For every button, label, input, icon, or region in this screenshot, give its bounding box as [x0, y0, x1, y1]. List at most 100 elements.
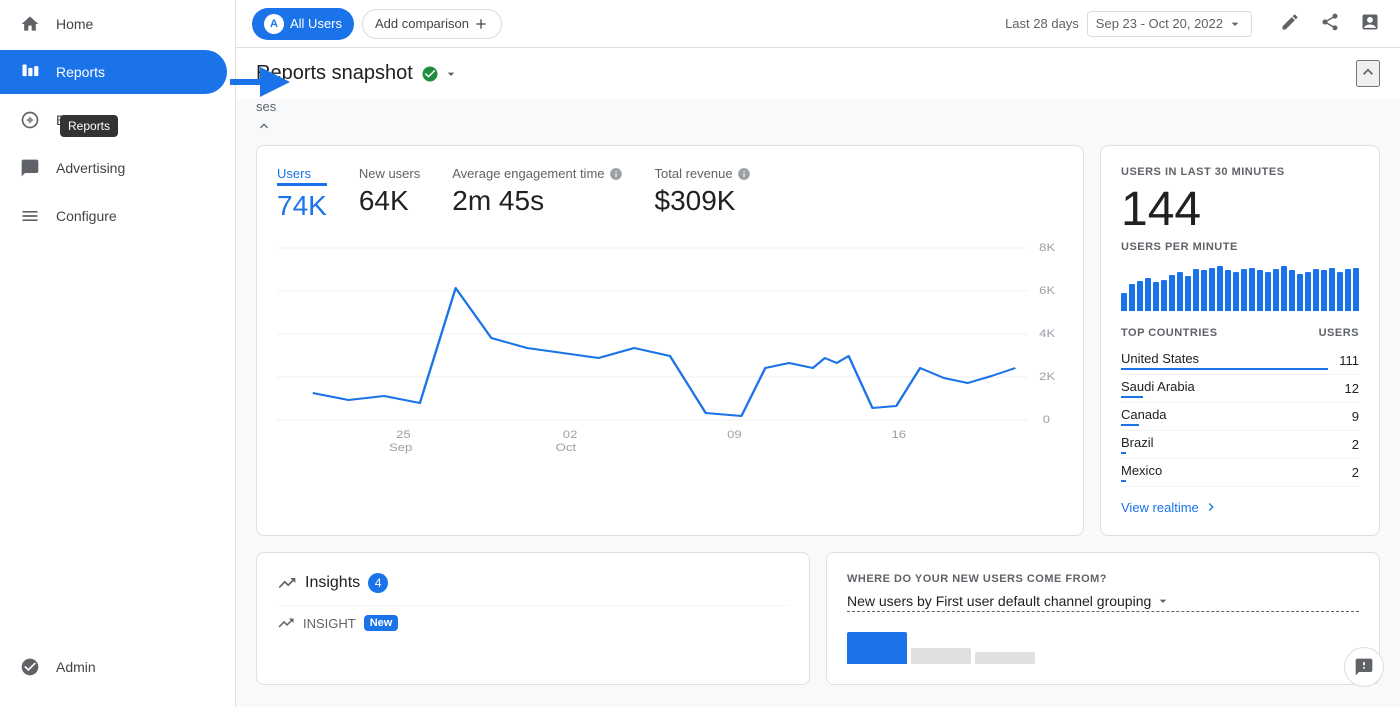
- new-badge: New: [364, 615, 399, 631]
- bar-item: [1321, 270, 1327, 311]
- country-users: 12: [1345, 381, 1359, 396]
- metric-revenue[interactable]: Total revenue $309K: [655, 166, 751, 222]
- main-chart-card: Users 74K New users 64K Average engageme…: [256, 145, 1084, 536]
- bar-item: [1153, 282, 1159, 311]
- sidebar-item-admin[interactable]: Admin: [0, 645, 227, 689]
- svg-text:6K: 6K: [1039, 284, 1055, 297]
- edit-icon-button[interactable]: [1276, 8, 1304, 39]
- reports-icon: [20, 62, 40, 82]
- sidebar-bottom: Admin: [0, 643, 235, 707]
- bar-item: [1201, 270, 1207, 311]
- country-bar: [1121, 424, 1139, 426]
- snapshot-status-badge[interactable]: [421, 65, 459, 83]
- metric-engagement[interactable]: Average engagement time 2m 45s: [452, 166, 622, 222]
- metric-new-users[interactable]: New users 64K: [359, 166, 420, 222]
- bar-item: [1337, 272, 1343, 311]
- bar-item: [1297, 274, 1303, 311]
- metrics-row: Users 74K New users 64K Average engageme…: [277, 166, 1063, 222]
- country-row: Brazil 2: [1121, 431, 1359, 459]
- bar-item: [1193, 269, 1199, 311]
- all-users-label: All Users: [290, 16, 342, 31]
- country-name: Saudi Arabia: [1121, 379, 1345, 394]
- svg-text:Oct: Oct: [556, 441, 577, 454]
- svg-text:09: 09: [727, 428, 742, 441]
- insight-label: INSIGHT: [303, 616, 356, 631]
- sidebar-item-advertising[interactable]: Advertising: [0, 146, 227, 190]
- metric-engagement-label: Average engagement time: [452, 166, 622, 181]
- insights-icon-button[interactable]: [1356, 8, 1384, 39]
- sidebar-item-configure[interactable]: Configure: [0, 194, 227, 238]
- country-users: 9: [1352, 409, 1359, 424]
- bar-item: [1217, 266, 1223, 311]
- all-users-button[interactable]: A All Users: [252, 8, 354, 40]
- section-collapse[interactable]: [256, 118, 1380, 137]
- country-list: United States 111 Saudi Arabia 12 Canada…: [1121, 347, 1359, 487]
- sidebar-admin-label: Admin: [56, 659, 96, 675]
- svg-text:16: 16: [892, 428, 907, 441]
- country-users: 2: [1352, 437, 1359, 452]
- charts-row: Users 74K New users 64K Average engageme…: [256, 145, 1380, 536]
- bar-item: [1289, 270, 1295, 311]
- feedback-button[interactable]: [1344, 647, 1384, 687]
- explore-icon: [20, 110, 40, 130]
- bar-item: [1137, 281, 1143, 311]
- metric-users-value: 74K: [277, 190, 327, 222]
- date-prefix: Last 28 days: [1005, 16, 1079, 31]
- metric-engagement-value: 2m 45s: [452, 185, 622, 217]
- country-row: United States 111: [1121, 347, 1359, 375]
- sidebar-reports-label: Reports: [56, 64, 105, 80]
- metric-revenue-label: Total revenue: [655, 166, 751, 181]
- reports-tooltip: Reports: [60, 115, 118, 137]
- bar-item: [1129, 284, 1135, 311]
- country-users: 2: [1352, 465, 1359, 480]
- insights-count-badge: 4: [368, 573, 388, 593]
- country-name: Mexico: [1121, 463, 1352, 478]
- insights-header: Insights 4: [277, 573, 789, 593]
- home-icon: [20, 14, 40, 34]
- bar-item: [1145, 278, 1151, 311]
- sidebar-item-reports[interactable]: Reports: [0, 50, 227, 94]
- content-area: ses Users 74K: [236, 99, 1400, 707]
- bar-item: [1233, 272, 1239, 311]
- add-comparison-label: Add comparison: [375, 16, 469, 31]
- svg-text:Sep: Sep: [389, 441, 413, 454]
- metric-users[interactable]: Users 74K: [277, 166, 327, 222]
- sidebar-item-home[interactable]: Home: [0, 2, 227, 46]
- arrow-indicator: [230, 62, 290, 105]
- where-label: WHERE DO YOUR NEW USERS COME FROM?: [847, 573, 1359, 585]
- header-icons: [1276, 8, 1384, 39]
- bar-item: [1273, 269, 1279, 311]
- country-bar: [1121, 452, 1126, 454]
- share-icon-button[interactable]: [1316, 8, 1344, 39]
- new-users-card: WHERE DO YOUR NEW USERS COME FROM? New u…: [826, 552, 1380, 685]
- bar-item: [1161, 280, 1167, 311]
- add-comparison-button[interactable]: Add comparison: [362, 9, 502, 39]
- collapse-button[interactable]: [1356, 60, 1380, 87]
- bar-item: [1313, 269, 1319, 311]
- header-left: A All Users Add comparison: [252, 8, 502, 40]
- svg-text:02: 02: [563, 428, 578, 441]
- top-countries-label: TOP COUNTRIES: [1121, 327, 1218, 339]
- country-bar: [1121, 480, 1126, 482]
- country-row: Saudi Arabia 12: [1121, 375, 1359, 403]
- channel-bar-chart: [847, 624, 1359, 664]
- advertising-icon: [20, 158, 40, 178]
- configure-icon: [20, 206, 40, 226]
- country-name: Canada: [1121, 407, 1352, 422]
- svg-text:2K: 2K: [1039, 370, 1055, 383]
- date-range-selector[interactable]: Sep 23 - Oct 20, 2022: [1087, 11, 1252, 37]
- country-users: 111: [1339, 353, 1359, 368]
- bar-item: [1353, 268, 1359, 311]
- svg-text:4K: 4K: [1039, 327, 1055, 340]
- realtime-bar-chart: [1121, 261, 1359, 311]
- channel-grouping-select[interactable]: New users by First user default channel …: [847, 593, 1359, 612]
- metric-new-users-label: New users: [359, 166, 420, 181]
- view-realtime-link[interactable]: View realtime: [1121, 499, 1359, 515]
- bar-item: [1121, 293, 1127, 311]
- bar-item: [1281, 266, 1287, 311]
- bar-item: [1305, 272, 1311, 311]
- header: A All Users Add comparison Last 28 days …: [236, 0, 1400, 48]
- svg-text:25: 25: [396, 428, 411, 441]
- metric-users-label: Users: [277, 166, 327, 181]
- sidebar-advertising-label: Advertising: [56, 160, 125, 176]
